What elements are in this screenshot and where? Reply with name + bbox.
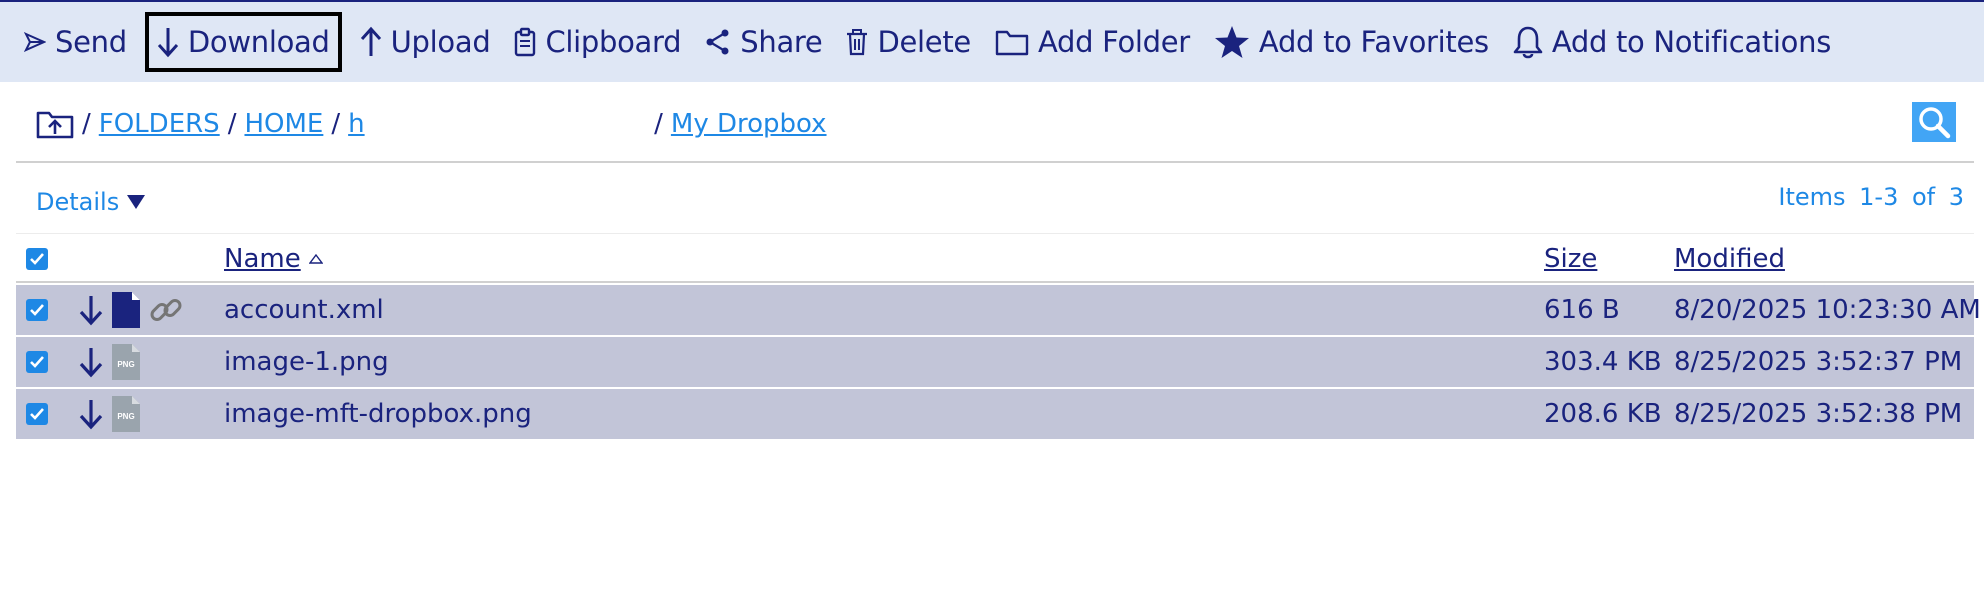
name-sort-link[interactable]: Name xyxy=(224,244,301,274)
share-button[interactable]: Share xyxy=(693,12,834,72)
row-checkbox-cell xyxy=(26,389,48,439)
breadcrumb-current[interactable]: My Dropbox xyxy=(671,109,827,139)
share-label: Share xyxy=(740,25,823,59)
upload-icon xyxy=(360,26,381,56)
row-actions xyxy=(78,285,192,335)
png-file-icon: PNG xyxy=(112,396,140,432)
file-size: 208.6 KB xyxy=(1544,399,1662,429)
add-folder-button[interactable]: Add Folder xyxy=(983,12,1202,72)
add-to-favorites-button[interactable]: Add to Favorites xyxy=(1202,12,1501,72)
clipboard-label: Clipboard xyxy=(545,25,682,59)
download-label: Download xyxy=(187,25,330,59)
file-icon xyxy=(112,292,140,328)
send-button[interactable]: Send xyxy=(12,12,139,72)
row-checkbox[interactable] xyxy=(26,351,48,373)
toolbar: Send Download Upload Clipboard Share Del… xyxy=(0,0,1984,82)
trash-icon xyxy=(847,29,868,56)
png-file-icon: PNG xyxy=(112,344,140,380)
caret-down-icon xyxy=(127,195,146,209)
checkmark-icon xyxy=(30,408,44,420)
file-modified: 8/20/2025 10:23:30 AM xyxy=(1674,295,1981,325)
breadcrumb-user[interactable]: h i xyxy=(348,109,646,139)
download-button[interactable]: Download xyxy=(144,12,342,72)
file-modified: 8/25/2025 3:52:38 PM xyxy=(1674,399,1963,429)
size-column-header: Size xyxy=(1544,237,1597,281)
sort-ascending-icon xyxy=(308,254,323,264)
delete-label: Delete xyxy=(877,25,971,59)
name-column-header: Name xyxy=(224,237,323,281)
size-sort-link[interactable]: Size xyxy=(1544,244,1597,274)
row-checkbox-cell xyxy=(26,285,48,335)
row-actions: PNG xyxy=(78,389,148,439)
download-icon[interactable] xyxy=(78,398,104,430)
star-icon xyxy=(1214,26,1249,58)
add-folder-label: Add Folder xyxy=(1037,25,1190,59)
bell-icon xyxy=(1513,26,1543,59)
breadcrumb-separator: / xyxy=(331,109,341,139)
modified-sort-link[interactable]: Modified xyxy=(1674,244,1785,274)
upload-button[interactable]: Upload xyxy=(348,12,503,72)
file-modified: 8/25/2025 3:52:37 PM xyxy=(1674,347,1963,377)
file-table: Name Size Modified account.xml 616 B 8/2… xyxy=(16,237,1981,439)
modified-column-header: Modified xyxy=(1674,237,1785,281)
clipboard-icon xyxy=(515,27,536,57)
checkmark-icon xyxy=(30,356,44,368)
select-all-checkbox[interactable] xyxy=(26,248,48,270)
checkmark-icon xyxy=(30,253,44,265)
download-icon xyxy=(157,28,178,58)
download-icon[interactable] xyxy=(78,294,104,326)
png-badge-text: PNG xyxy=(117,412,134,421)
divider xyxy=(16,233,1974,234)
search-icon xyxy=(1919,107,1951,139)
share-icon xyxy=(706,29,729,55)
details-label: Details xyxy=(36,188,120,216)
search-button[interactable] xyxy=(1912,102,1956,142)
table-row[interactable]: PNG image-1.png 303.4 KB 8/25/2025 3:52:… xyxy=(16,337,1974,387)
items-count: Items 1-3 of 3 xyxy=(1778,183,1964,211)
table-row[interactable]: account.xml 616 B 8/20/2025 10:23:30 AM xyxy=(16,285,1981,335)
clipboard-button[interactable]: Clipboard xyxy=(502,12,693,72)
add-to-favorites-label: Add to Favorites xyxy=(1258,25,1489,59)
folder-icon xyxy=(995,30,1029,56)
table-header: Name Size Modified xyxy=(16,237,1974,283)
breadcrumb: / FOLDERS / HOME / h i / My Dropbox xyxy=(36,104,827,144)
row-checkbox[interactable] xyxy=(26,299,48,321)
upload-label: Upload xyxy=(390,25,491,59)
row-checkbox[interactable] xyxy=(26,403,48,425)
divider xyxy=(16,161,1974,163)
file-name[interactable]: account.xml xyxy=(224,285,384,335)
breadcrumb-folders[interactable]: FOLDERS xyxy=(99,109,220,139)
send-label: Send xyxy=(55,25,127,59)
breadcrumb-separator: / xyxy=(227,109,237,139)
add-to-notifications-button[interactable]: Add to Notifications xyxy=(1501,12,1843,72)
file-size: 616 B xyxy=(1544,295,1620,325)
add-to-notifications-label: Add to Notifications xyxy=(1551,25,1832,59)
breadcrumb-separator: / xyxy=(654,109,663,139)
file-name[interactable]: image-mft-dropbox.png xyxy=(224,389,532,439)
checkmark-icon xyxy=(30,304,44,316)
delete-button[interactable]: Delete xyxy=(834,12,982,72)
link-icon[interactable] xyxy=(148,292,184,328)
breadcrumb-user-start: h xyxy=(348,109,365,139)
download-icon[interactable] xyxy=(78,346,104,378)
breadcrumb-home[interactable]: HOME xyxy=(244,109,323,139)
select-all-cell xyxy=(26,237,48,281)
folder-up-icon[interactable] xyxy=(36,109,74,139)
row-checkbox-cell xyxy=(26,337,48,387)
file-name[interactable]: image-1.png xyxy=(224,337,389,387)
png-badge-text: PNG xyxy=(117,360,134,369)
breadcrumb-separator: / xyxy=(82,109,91,139)
send-icon xyxy=(24,32,46,52)
table-row[interactable]: PNG image-mft-dropbox.png 208.6 KB 8/25/… xyxy=(16,389,1974,439)
row-actions: PNG xyxy=(78,337,148,387)
details-dropdown[interactable]: Details xyxy=(36,188,146,216)
file-size: 303.4 KB xyxy=(1544,347,1662,377)
